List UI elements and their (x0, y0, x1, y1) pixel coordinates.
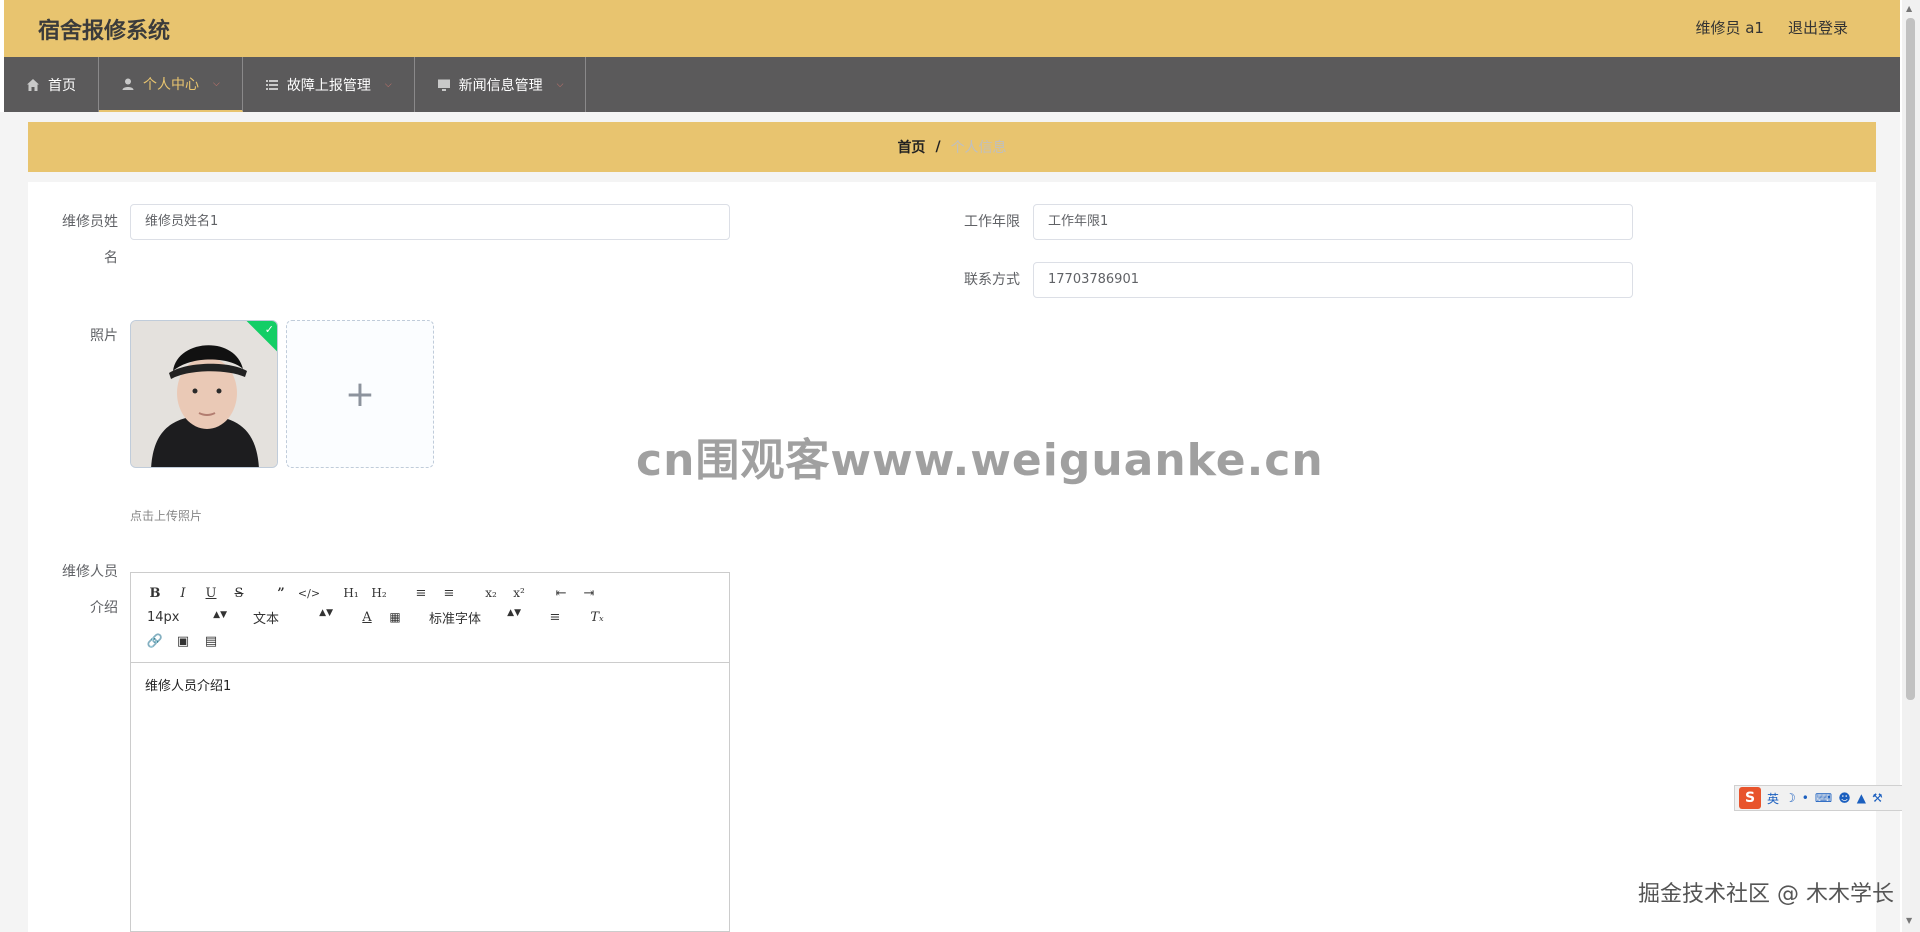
chevron-down-icon: ⌵ (384, 79, 392, 90)
moon-icon[interactable]: ☽ (1785, 791, 1796, 805)
align-icon[interactable]: ≡ (541, 610, 569, 625)
ime-toolbar[interactable]: S 英 ☽ • ⌨ ☻ ▲ ⚒ (1734, 785, 1920, 811)
nav-item-news[interactable]: 新闻信息管理 ⌵ (415, 57, 587, 112)
name-label-line1: 维修员姓 (62, 214, 118, 230)
main-nav: 首页 个人中心 ⌵ 故障上报管理 ⌵ 新闻信息管理 ⌵ (4, 57, 1900, 112)
font-color-icon[interactable]: A (353, 610, 381, 625)
logout-link[interactable]: 退出登录 (1788, 17, 1848, 38)
editor-content[interactable]: 维修人员介绍1 (131, 663, 729, 706)
bullet-list-icon[interactable]: ≡ (435, 586, 463, 601)
select-arrow-icon: ▲▼ (507, 607, 521, 618)
select-arrow-icon: ▲▼ (213, 609, 227, 620)
shirt-icon[interactable]: ▲ (1857, 791, 1866, 805)
block-type-select[interactable]: 文本 ▲▼ (247, 608, 339, 627)
heading1-icon[interactable]: H₁ (337, 586, 365, 600)
monitor-icon (437, 78, 451, 92)
indent-icon[interactable]: ⇥ (575, 586, 603, 601)
photo-label: 照片 (90, 328, 118, 344)
vertical-scrollbar[interactable]: ▲ ▼ (1902, 0, 1920, 932)
nav-item-label: 首页 (48, 77, 76, 94)
contact-label: 联系方式 (964, 272, 1020, 288)
subscript-icon[interactable]: x₂ (477, 586, 505, 600)
breadcrumb-home[interactable]: 首页 (897, 137, 925, 157)
plus-icon: + (344, 373, 376, 415)
breadcrumb-current: 个人信息 (950, 140, 1007, 156)
breadcrumb: 首页 / 个人信息 (28, 122, 1876, 172)
nav-item-label: 个人中心 (143, 76, 199, 93)
name-field[interactable]: 维修员姓名1 (130, 204, 730, 240)
community-watermark: 掘金技术社区 @ 木木学长 (1638, 882, 1894, 907)
nav-item-label: 新闻信息管理 (458, 77, 543, 94)
name-label: 维修员姓 名 (58, 204, 118, 276)
list-icon (265, 78, 279, 92)
font-size-value: 14px (147, 609, 180, 625)
code-icon[interactable]: </> (295, 587, 323, 600)
avatar (131, 321, 277, 467)
site-watermark: cn围观客www.weiguanke.cn (636, 435, 1324, 486)
superscript-icon[interactable]: x² (505, 586, 533, 600)
years-label: 工作年限 (964, 214, 1020, 230)
nav-item-label: 故障上报管理 (286, 77, 371, 94)
underline-icon[interactable]: U (197, 586, 225, 601)
intro-label: 维修人员 介绍 (58, 554, 118, 626)
top-header: 宿舍报修系统 维修员 a1 退出登录 (4, 0, 1900, 57)
editor-toolbar: B I U S ” </> H₁ H₂ ≡ ≡ x₂ x² ⇤ ⇥ 14px ▲▼… (131, 573, 729, 663)
clear-format-icon[interactable]: Tₓ (583, 610, 611, 625)
block-type-value: 文本 (253, 611, 280, 627)
wrench-icon[interactable]: ⚒ (1872, 791, 1883, 805)
punctuation-icon[interactable]: • (1802, 791, 1809, 805)
uploaded-photo[interactable]: ✓ (130, 320, 278, 468)
outdent-icon[interactable]: ⇤ (547, 586, 575, 601)
image-icon[interactable]: ▣ (169, 634, 197, 649)
app-title: 宿舍报修系统 (38, 19, 171, 44)
user-icon (121, 77, 135, 91)
current-user: 维修员 a1 (1695, 19, 1764, 37)
breadcrumb-separator: / (935, 139, 941, 155)
font-family-value: 标准字体 (429, 611, 482, 627)
name-label-line2: 名 (104, 250, 118, 266)
quote-icon[interactable]: ” (267, 586, 295, 601)
nav-item-home[interactable]: 首页 (4, 57, 99, 112)
link-icon[interactable]: 🔗 (141, 634, 169, 649)
person-icon[interactable]: ☻ (1838, 791, 1851, 805)
check-icon: ✓ (264, 323, 274, 336)
years-field[interactable]: 工作年限1 (1033, 204, 1633, 240)
heading2-icon[interactable]: H₂ (365, 586, 393, 600)
italic-icon[interactable]: I (169, 586, 197, 601)
ime-mode[interactable]: 英 (1767, 790, 1779, 807)
ordered-list-icon[interactable]: ≡ (407, 586, 435, 601)
keyboard-icon[interactable]: ⌨ (1815, 791, 1832, 805)
font-family-select[interactable]: 标准字体 ▲▼ (423, 608, 527, 627)
font-size-select[interactable]: 14px ▲▼ (141, 610, 233, 625)
scroll-up-icon[interactable]: ▲ (1906, 4, 1912, 13)
upload-tip: 点击上传照片 (130, 509, 203, 523)
video-icon[interactable]: ▤ (197, 634, 225, 649)
rich-text-editor: B I U S ” </> H₁ H₂ ≡ ≡ x₂ x² ⇤ ⇥ 14px ▲▼… (130, 572, 730, 932)
intro-label-line1: 维修人员 (62, 564, 118, 580)
chevron-down-icon: ⌵ (556, 79, 564, 90)
nav-item-fault-report[interactable]: 故障上报管理 ⌵ (243, 57, 415, 112)
strike-icon[interactable]: S (225, 586, 253, 601)
background-color-icon[interactable]: ▦ (381, 610, 409, 624)
home-icon (26, 78, 40, 92)
select-arrow-icon: ▲▼ (319, 607, 333, 618)
nav-item-personal-center[interactable]: 个人中心 ⌵ (99, 57, 243, 112)
chevron-down-icon: ⌵ (213, 78, 220, 89)
scroll-down-icon[interactable]: ▼ (1906, 916, 1912, 925)
scrollbar-thumb[interactable] (1906, 18, 1915, 700)
intro-label-line2: 介绍 (90, 600, 118, 616)
sogou-logo: S (1739, 787, 1761, 809)
bold-icon[interactable]: B (141, 586, 169, 601)
user-area: 维修员 a1 退出登录 (1695, 17, 1848, 38)
contact-field[interactable]: 17703786901 (1033, 262, 1633, 298)
upload-button[interactable]: + (286, 320, 434, 468)
